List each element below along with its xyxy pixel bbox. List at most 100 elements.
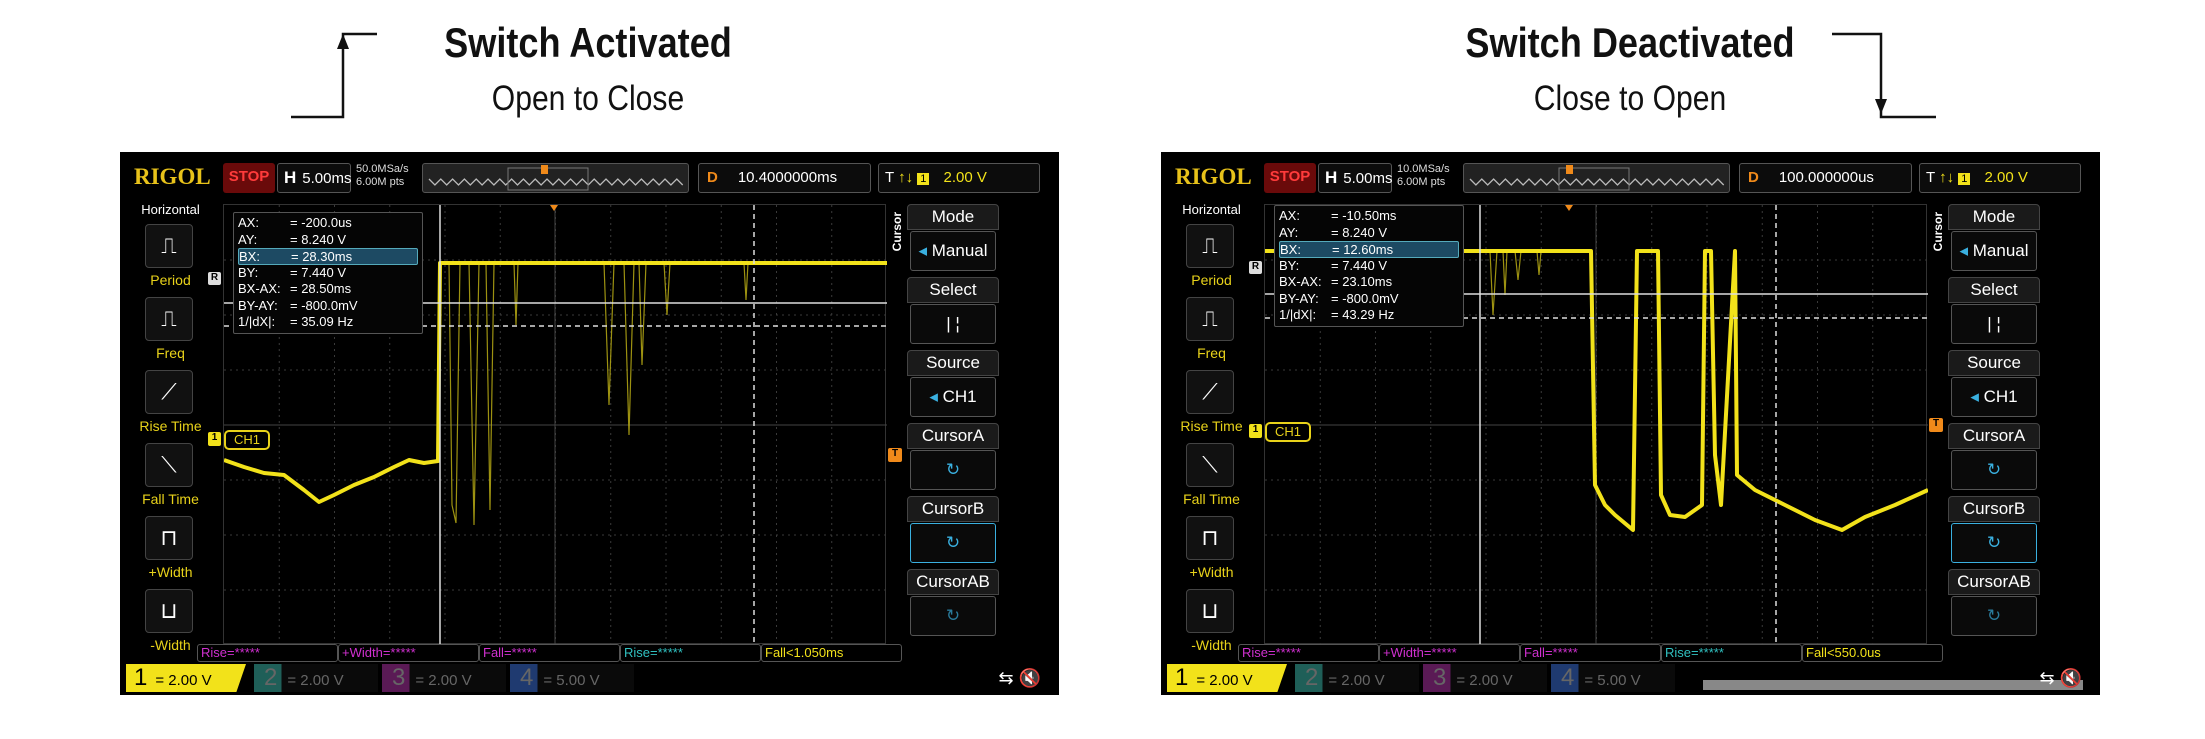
readout-key: AY: (1279, 224, 1299, 240)
ch1-offset-marker[interactable]: 1 (208, 432, 221, 446)
channel-number: 3 (392, 664, 406, 691)
mode-button-value: Manual (1972, 241, 2029, 260)
measure-fall-time-label: Fall Time (1183, 491, 1240, 507)
channel-2-button[interactable]: 2 = 2.00 V (254, 664, 378, 692)
knob-icon: ↻ (1986, 460, 2002, 479)
trigger-level-marker[interactable]: T (1929, 418, 1943, 432)
source-button[interactable]: ◂ CH1 (1951, 377, 2037, 417)
trigger-indicator[interactable]: T ↑↓ 1 2.00 V (1919, 163, 2081, 193)
measurement-slot[interactable]: Rise=***** (1661, 644, 1802, 662)
channel-2-button[interactable]: 2 = 2.00 V (1295, 664, 1419, 692)
negative-width-icon[interactable]: ⊔ (1186, 589, 1234, 633)
negative-width-icon[interactable]: ⊔ (145, 589, 193, 633)
channel-3-button[interactable]: 3 = 2.00 V (382, 664, 506, 692)
freq-icon[interactable]: ⎍ (145, 297, 193, 341)
cursor-a-button[interactable]: ↻ -200.0us (910, 450, 996, 517)
run-stop-button[interactable]: STOP (223, 163, 275, 193)
arrow-left-icon: ◂ (1959, 241, 1973, 260)
measurement-slot[interactable]: Rise=***** (620, 644, 761, 662)
cursor-readout-row: AY: = 8.240 V (1279, 225, 1459, 242)
mode-button[interactable]: ◂ Manual (910, 231, 996, 271)
source-button[interactable]: ◂ CH1 (910, 377, 996, 417)
measurement-slot[interactable]: Fall=***** (1520, 644, 1661, 662)
channel-3-button[interactable]: 3 = 2.00 V (1423, 664, 1547, 692)
channel-scale: 2.00 V (1209, 672, 1253, 689)
readout-key: AX: (1279, 208, 1300, 223)
waveform-grid[interactable]: AX: = -10.50ms AY: = 8.240 V BX: = 12.60ms BY:… (1264, 204, 1928, 645)
period-icon[interactable]: ⎍ (145, 224, 193, 268)
cursor-b-button[interactable]: ↻ 12.60ms (1951, 523, 2037, 590)
readout-value: = 7.440 V (1331, 257, 1388, 273)
readout-key: BY: (238, 264, 259, 280)
freq-icon[interactable]: ⎍ (1186, 297, 1234, 341)
delay-indicator[interactable]: D 100.000000us (1739, 163, 1912, 193)
channel-scale: 5.00 V (1597, 672, 1641, 689)
period-icon[interactable]: ⎍ (1186, 224, 1234, 268)
channel-4-button[interactable]: 4 = 5.00 V (1551, 664, 1675, 692)
measure-rise-time-label: Rise Time (139, 418, 202, 434)
channel-4-button[interactable]: 4 = 5.00 V (510, 664, 634, 692)
source-button-header: Source (907, 350, 999, 376)
measurement-slot[interactable]: +Width=***** (1379, 644, 1520, 662)
rise-time-icon[interactable]: ⟋ (145, 370, 193, 414)
source-button-header: Source (1948, 350, 2040, 376)
trigger-level-marker[interactable]: T (888, 448, 902, 462)
cursor-readout-row: BX-AX: = 23.10ms (1279, 274, 1459, 291)
cursor-b-button[interactable]: ↻ 28.30ms (910, 523, 996, 590)
cursor-ab-button[interactable]: ↻ (1951, 596, 2037, 636)
readout-key: BY-AY: (238, 297, 278, 313)
waveform-grid[interactable]: AX: = -200.0us AY: = 8.240 V BX: = 28.30ms BY:… (223, 204, 887, 645)
channel-1-button[interactable]: 1 = 2.00 V (1167, 664, 1287, 692)
measurement-slot[interactable]: Fall=***** (479, 644, 620, 662)
sample-rate: 10.0MSa/s (1397, 163, 1450, 175)
measurement-slot[interactable]: +Width=***** (338, 644, 479, 662)
readout-value: = 8.240 V (1331, 224, 1388, 240)
measurement-slot[interactable]: Fall<550.0us (1802, 644, 1943, 662)
mode-button-value: Manual (931, 241, 988, 260)
cursor-a-button[interactable]: ↻ -10.50ms (1951, 450, 2037, 517)
readout-key: BX: (1280, 242, 1301, 257)
ch1-label: CH1 (1265, 422, 1312, 442)
run-stop-button[interactable]: STOP (1264, 163, 1316, 193)
measurement-slot[interactable]: Rise=***** (1238, 644, 1379, 662)
channel-scale: 2.00 V (168, 672, 212, 689)
positive-width-icon[interactable]: ⊓ (1186, 516, 1234, 560)
delay-label: D (707, 169, 718, 186)
memory-overview-bar[interactable] (1463, 163, 1730, 193)
rise-time-icon[interactable]: ⟋ (1186, 370, 1234, 414)
trigger-level: 2.00 V (943, 169, 987, 186)
channel-1-button[interactable]: 1 = 2.00 V (126, 664, 246, 692)
scroll-bar[interactable] (1703, 680, 2083, 690)
select-button[interactable]: | ¦ (910, 304, 996, 344)
cursor-ab-button[interactable]: ↻ (910, 596, 996, 636)
measurement-slot[interactable]: Fall<1.050ms (761, 644, 902, 662)
measurement-slot[interactable]: Rise=***** (197, 644, 338, 662)
ch1-offset-marker[interactable]: 1 (1249, 424, 1262, 438)
cursor-a-button-header: CursorA (907, 423, 999, 449)
measure--width-label: +Width (148, 564, 193, 580)
readout-value: = 7.440 V (290, 264, 347, 280)
timebase-indicator[interactable]: H 5.00ms (277, 163, 351, 193)
arrow-left-icon: ◂ (918, 241, 932, 260)
annotation-title-activated: Switch Activated Open to Close (330, 18, 846, 122)
positive-width-icon[interactable]: ⊓ (145, 516, 193, 560)
horizontal-measure-menu: Horizontal ⎍ Period ⎍ Freq ⟋ Rise Time ⟍ Fall Ti… (123, 200, 218, 653)
memory-depth: 6.00M pts (356, 176, 405, 188)
timebase-indicator[interactable]: H 5.00ms (1318, 163, 1392, 193)
readout-key: 1/|dX|: (1279, 307, 1317, 322)
trigger-channel-badge: 1 (917, 173, 930, 185)
trigger-position-marker (541, 165, 548, 174)
cursor-readout-row: BY: = 7.440 V (238, 265, 418, 282)
channel-number: 4 (520, 664, 534, 691)
memory-overview-bar[interactable] (422, 163, 689, 193)
delay-indicator[interactable]: D 10.4000000ms (698, 163, 871, 193)
channel-number: 2 (264, 664, 278, 691)
trigger-indicator[interactable]: T ↑↓ 1 2.00 V (878, 163, 1040, 193)
fall-time-icon[interactable]: ⟍ (145, 443, 193, 487)
select-button-value: | ¦ (946, 314, 960, 333)
select-button[interactable]: | ¦ (1951, 304, 2037, 344)
mode-button[interactable]: ◂ Manual (1951, 231, 2037, 271)
select-button-header: Select (907, 277, 999, 303)
fall-time-icon[interactable]: ⟍ (1186, 443, 1234, 487)
trigger-channel-badge: 1 (1958, 173, 1971, 185)
